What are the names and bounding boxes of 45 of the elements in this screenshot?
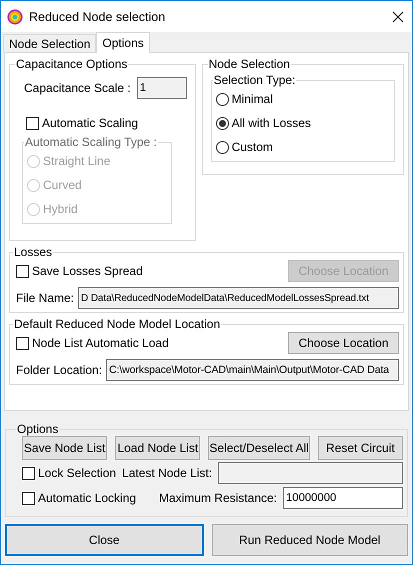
group-title: Default Reduced Node Model Location bbox=[13, 317, 222, 331]
tab[interactable]: Node Selection bbox=[3, 34, 96, 52]
group-title: Capacitance Options bbox=[15, 57, 128, 71]
automatic-scaling-option[interactable]: Automatic Scaling bbox=[26, 111, 187, 135]
app-logo-icon bbox=[7, 8, 23, 24]
folder-location-field[interactable]: C:\workspace\Motor-CAD\main\Main\Output\Motor-CAD Data bbox=[106, 359, 399, 381]
tab[interactable]: Options bbox=[96, 32, 150, 53]
action-button[interactable]: Reset Circuit bbox=[318, 436, 403, 460]
radio-option[interactable]: Minimal bbox=[216, 87, 390, 111]
automatic-locking-option[interactable]: Automatic Locking bbox=[22, 486, 136, 510]
file-name-field[interactable]: D Data\ReducedNodeModelData\ReducedModelLossesSpread.txt bbox=[78, 287, 399, 309]
dialog-button[interactable]: Close bbox=[5, 524, 204, 556]
group-title: Automatic Scaling Type : bbox=[24, 135, 158, 149]
field-label: Capacitance Scale : bbox=[24, 81, 131, 95]
capacitance-scale-field[interactable]: 1 bbox=[136, 77, 187, 99]
checkbox[interactable] bbox=[16, 336, 29, 350]
radio-button[interactable] bbox=[216, 116, 229, 130]
checkbox[interactable] bbox=[22, 492, 35, 504]
radio-button[interactable] bbox=[216, 92, 229, 106]
radio-button[interactable] bbox=[216, 140, 229, 154]
group-title: Node Selection bbox=[208, 57, 291, 71]
group-title: Losses bbox=[13, 245, 54, 259]
field-label: File Name: bbox=[16, 291, 74, 305]
lock-selection-option[interactable]: Lock Selection bbox=[22, 461, 116, 485]
field-label: Maximum Resistance: bbox=[158, 491, 277, 505]
latest-node-list-field[interactable] bbox=[218, 462, 403, 484]
checkbox[interactable] bbox=[16, 264, 29, 278]
group-title: Options bbox=[16, 422, 60, 436]
close-icon[interactable] bbox=[392, 10, 404, 22]
radio-option[interactable]: Custom bbox=[216, 135, 390, 159]
group-title: Selection Type: bbox=[212, 73, 296, 87]
radio-option[interactable]: All with Losses bbox=[216, 111, 390, 135]
checkbox[interactable] bbox=[22, 466, 35, 480]
choose-location-button[interactable]: Choose Location bbox=[288, 332, 399, 354]
dialog-button[interactable]: Run Reduced Node Model bbox=[212, 524, 408, 556]
automatic-load-option[interactable]: Node List Automatic Load bbox=[16, 331, 169, 355]
action-button[interactable]: Select/Deselect All bbox=[208, 436, 310, 460]
checkbox[interactable] bbox=[26, 116, 39, 130]
field-label: Latest Node List: bbox=[122, 466, 212, 480]
maximum-resistance-field[interactable]: 10000000 bbox=[283, 487, 403, 509]
action-button[interactable]: Save Node List bbox=[22, 436, 108, 460]
save-losses-option[interactable]: Save Losses Spread bbox=[16, 259, 143, 283]
action-button[interactable]: Load Node List bbox=[115, 436, 200, 460]
window-title: Reduced Node selection bbox=[29, 10, 166, 24]
field-label: Folder Location: bbox=[16, 363, 102, 377]
